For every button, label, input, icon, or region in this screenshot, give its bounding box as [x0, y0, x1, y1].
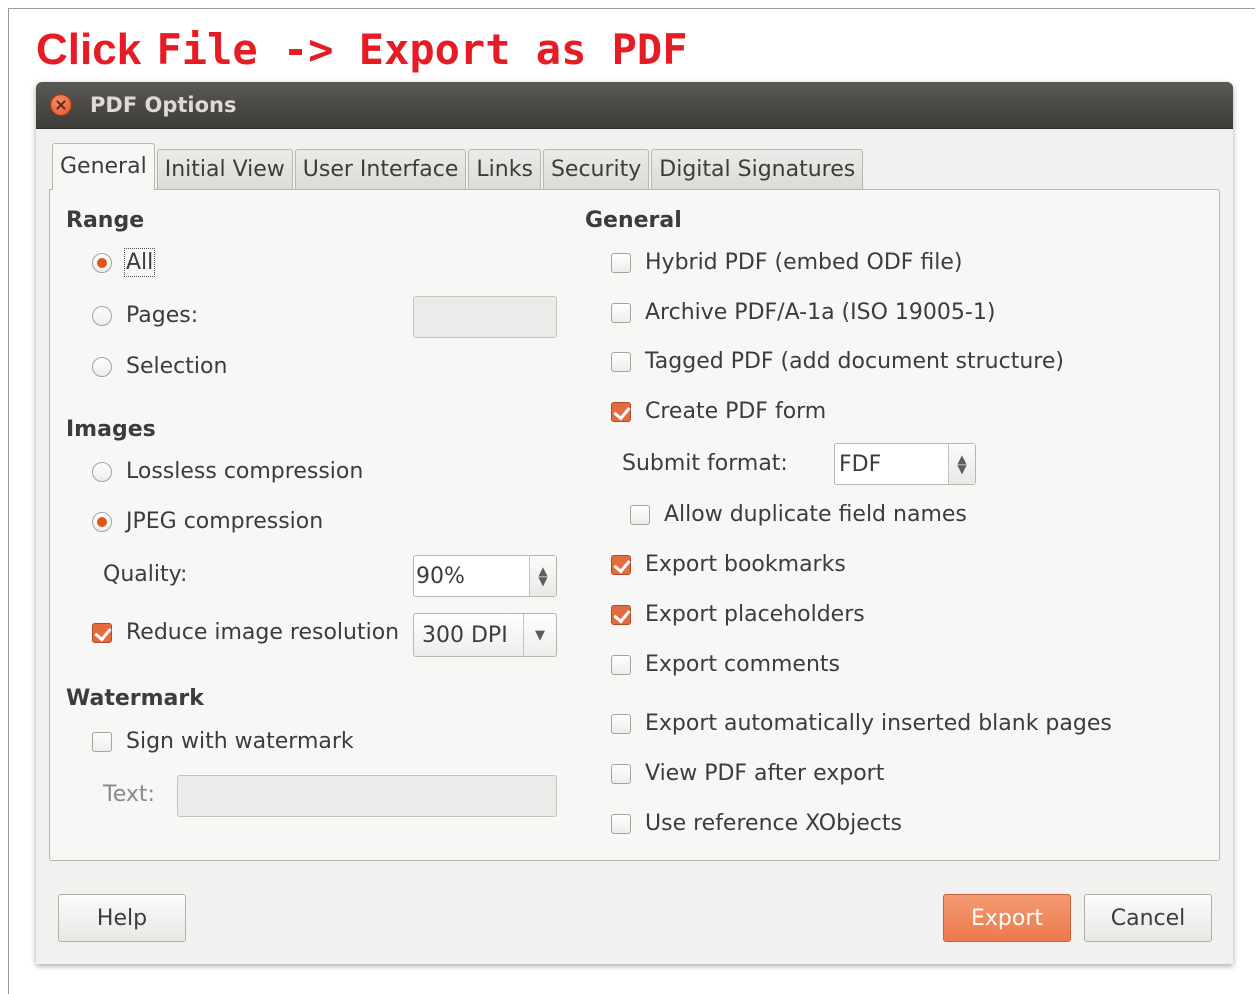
range-all-radio[interactable] [92, 252, 112, 273]
hybrid-pdf-label: Hybrid PDF (embed ODF file) [645, 250, 963, 275]
hybrid-pdf-checkbox[interactable] [611, 252, 631, 273]
stepper-arrows-icon[interactable]: ▲ ▼ [948, 444, 975, 484]
tab-general[interactable]: General [52, 143, 155, 190]
hybrid-pdf-option[interactable]: Hybrid PDF (embed ODF file) [611, 250, 963, 275]
jpeg-label: JPEG compression [126, 509, 324, 534]
export-bookmarks-checkbox[interactable] [611, 554, 631, 575]
stepper-arrows-icon[interactable]: ▲ ▼ [529, 556, 556, 596]
chevron-down-icon[interactable]: ▼ [523, 614, 556, 656]
range-all-label: All [123, 248, 156, 277]
range-selection-option[interactable]: Selection [92, 354, 227, 379]
quality-stepper[interactable]: 90% ▲ ▼ [413, 555, 557, 597]
sign-watermark-option[interactable]: Sign with watermark [92, 729, 354, 754]
instruction-command: File -> Export as PDF [156, 25, 688, 74]
use-xobjects-option[interactable]: Use reference XObjects [611, 811, 902, 836]
quality-label: Quality: [103, 562, 188, 587]
export-comments-checkbox[interactable] [611, 654, 631, 675]
instruction-caption: Click File -> Export as PDF [36, 22, 688, 78]
reduce-resolution-option[interactable]: Reduce image resolution [92, 620, 399, 645]
archive-pdf-option[interactable]: Archive PDF/A-1a (ISO 19005-1) [611, 300, 995, 325]
create-form-option[interactable]: Create PDF form [611, 399, 826, 424]
tab-security[interactable]: Security [542, 149, 650, 190]
allow-duplicate-option[interactable]: Allow duplicate field names [630, 502, 967, 527]
use-xobjects-label: Use reference XObjects [645, 811, 902, 836]
tab-initial-view[interactable]: Initial View [156, 149, 293, 190]
jpeg-option[interactable]: JPEG compression [92, 509, 323, 534]
pdf-options-dialog: PDF Options General Initial View User In… [36, 82, 1233, 964]
resolution-select[interactable]: 300 DPI ▼ [413, 613, 557, 657]
quality-value[interactable]: 90% [414, 564, 529, 589]
tagged-pdf-label: Tagged PDF (add document structure) [645, 349, 1064, 374]
watermark-text-input[interactable] [177, 775, 557, 817]
export-placeholders-checkbox[interactable] [611, 604, 631, 625]
sign-watermark-checkbox[interactable] [92, 731, 112, 752]
range-heading: Range [66, 208, 145, 233]
range-pages-label: Pages: [126, 303, 199, 328]
tagged-pdf-checkbox[interactable] [611, 351, 631, 372]
tagged-pdf-option[interactable]: Tagged PDF (add document structure) [611, 349, 1064, 374]
images-heading: Images [66, 417, 156, 442]
export-blank-pages-checkbox[interactable] [611, 713, 631, 734]
tab-bar: General Initial View User Interface Link… [52, 142, 865, 190]
view-after-export-label: View PDF after export [645, 761, 885, 786]
export-comments-label: Export comments [645, 652, 840, 677]
instruction-word: Click [36, 25, 142, 74]
sign-watermark-label: Sign with watermark [126, 729, 354, 754]
allow-duplicate-checkbox[interactable] [630, 504, 650, 525]
create-form-checkbox[interactable] [611, 401, 631, 422]
jpeg-radio[interactable] [92, 511, 112, 532]
tab-digital-signatures[interactable]: Digital Signatures [651, 149, 864, 190]
general-heading: General [585, 208, 682, 233]
range-selection-radio[interactable] [92, 356, 112, 377]
submit-format-value: FDF [839, 451, 882, 477]
range-selection-label: Selection [126, 354, 228, 379]
export-bookmarks-option[interactable]: Export bookmarks [611, 552, 846, 577]
resolution-value: 300 DPI [422, 622, 508, 648]
range-all-option[interactable]: All [92, 248, 156, 277]
export-placeholders-option[interactable]: Export placeholders [611, 602, 865, 627]
export-placeholders-label: Export placeholders [645, 602, 865, 627]
close-icon[interactable] [50, 94, 72, 116]
export-comments-option[interactable]: Export comments [611, 652, 840, 677]
tab-user-interface[interactable]: User Interface [294, 149, 467, 190]
pages-input[interactable] [413, 296, 557, 338]
window-title: PDF Options [90, 93, 237, 117]
allow-duplicate-label: Allow duplicate field names [664, 502, 967, 527]
lossless-label: Lossless compression [126, 459, 364, 484]
general-panel: Range All Pages: Selection Images Lossle… [49, 189, 1220, 861]
lossless-option[interactable]: Lossless compression [92, 459, 363, 484]
export-blank-pages-label: Export automatically inserted blank page… [645, 711, 1112, 736]
create-form-label: Create PDF form [645, 399, 827, 424]
export-blank-pages-option[interactable]: Export automatically inserted blank page… [611, 711, 1112, 736]
title-bar[interactable]: PDF Options [36, 82, 1233, 129]
export-button[interactable]: Export [943, 894, 1071, 942]
watermark-heading: Watermark [66, 686, 204, 711]
view-after-export-option[interactable]: View PDF after export [611, 761, 884, 786]
watermark-text-label: Text: [103, 782, 155, 807]
view-after-export-checkbox[interactable] [611, 763, 631, 784]
use-xobjects-checkbox[interactable] [611, 813, 631, 834]
range-pages-option[interactable]: Pages: [92, 303, 198, 328]
cancel-button[interactable]: Cancel [1084, 894, 1212, 942]
tab-links[interactable]: Links [468, 149, 541, 190]
export-bookmarks-label: Export bookmarks [645, 552, 846, 577]
range-pages-radio[interactable] [92, 305, 112, 326]
help-button[interactable]: Help [58, 894, 186, 942]
submit-format-select[interactable]: FDF ▲ ▼ [834, 443, 976, 485]
archive-pdf-label: Archive PDF/A-1a (ISO 19005-1) [645, 300, 996, 325]
lossless-radio[interactable] [92, 461, 112, 482]
reduce-resolution-checkbox[interactable] [92, 622, 112, 643]
reduce-resolution-label: Reduce image resolution [126, 620, 400, 645]
archive-pdf-checkbox[interactable] [611, 302, 631, 323]
submit-format-label: Submit format: [622, 451, 788, 476]
